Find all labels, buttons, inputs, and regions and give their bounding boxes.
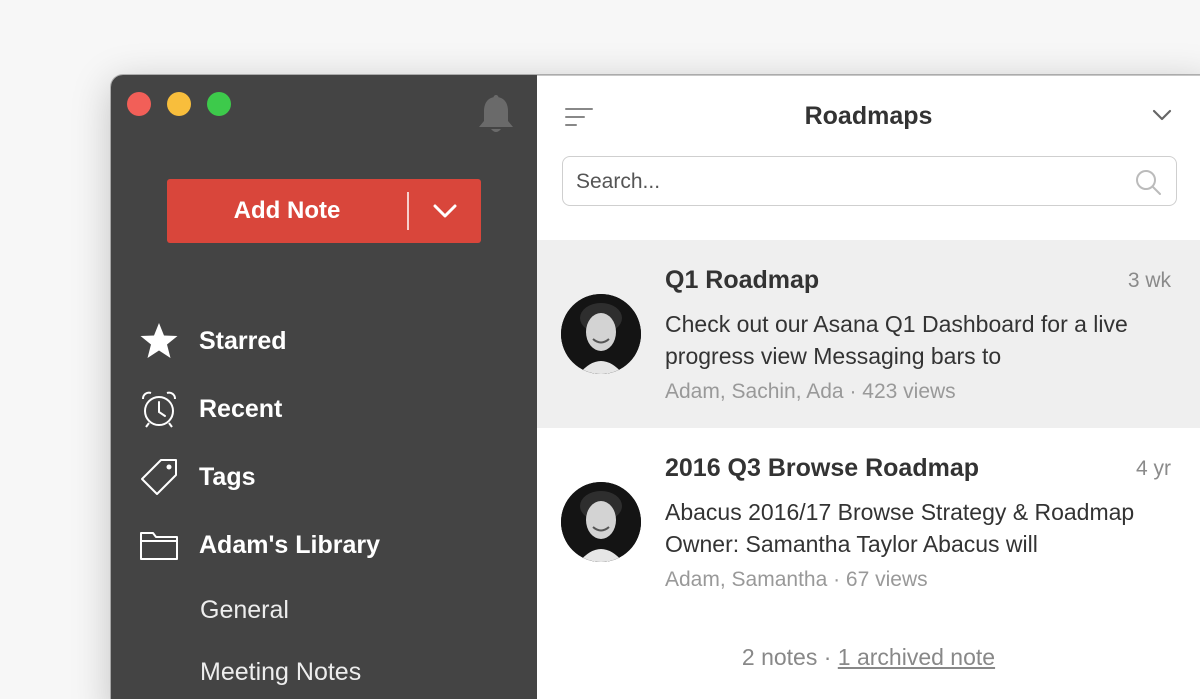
minimize-window-button[interactable] bbox=[167, 92, 191, 116]
note-snippet: Abacus 2016/17 Browse Strategy & Roadmap… bbox=[665, 499, 1135, 557]
sidebar-item-label: Tags bbox=[199, 462, 256, 491]
notes-panel: Roadmaps Search... Q1 Roadmap 3 wk Check… bbox=[537, 75, 1200, 699]
note-title: Q1 Roadmap bbox=[665, 266, 820, 294]
sidebar-subitem-meeting-notes[interactable]: Meeting Notes bbox=[111, 641, 537, 699]
close-window-button[interactable] bbox=[127, 92, 151, 116]
note-age: 4 yr bbox=[1135, 457, 1171, 480]
page-title: Roadmaps bbox=[804, 102, 933, 130]
sidebar-item-label: Recent bbox=[199, 394, 283, 423]
sidebar-item-label: Adam's Library bbox=[199, 530, 381, 559]
avatar bbox=[561, 294, 641, 374]
sidebar-item-label: Starred bbox=[199, 326, 287, 355]
sidebar-item-recent[interactable]: Recent bbox=[111, 375, 537, 443]
note-age: 3 wk bbox=[1127, 269, 1171, 292]
notes-list: Q1 Roadmap 3 wk Check out our Asana Q1 D… bbox=[537, 240, 1200, 616]
alarm-clock-icon bbox=[139, 389, 179, 429]
notes-footer: 2 notes · 1 archived note bbox=[537, 644, 1200, 671]
note-meta: Adam, Sachin, Ada · 423 views bbox=[665, 380, 956, 403]
list-item[interactable]: 2016 Q3 Browse Roadmap 4 yr Abacus 2016/… bbox=[537, 428, 1200, 616]
note-title: 2016 Q3 Browse Roadmap bbox=[665, 454, 980, 482]
notes-header: Roadmaps bbox=[537, 76, 1200, 156]
search-box bbox=[562, 156, 1177, 206]
zoom-window-button[interactable] bbox=[207, 92, 231, 116]
sidebar-item-starred[interactable]: Starred bbox=[111, 307, 537, 375]
sidebar-item-tags[interactable]: Tags bbox=[111, 443, 537, 511]
window-controls bbox=[127, 92, 231, 116]
chevron-down-icon bbox=[433, 204, 457, 218]
note-snippet: Check out our Asana Q1 Dashboard for a l… bbox=[665, 311, 1128, 369]
note-meta: Adam, Samantha · 67 views bbox=[665, 568, 928, 591]
add-note-label: Add Note bbox=[233, 197, 341, 224]
avatar bbox=[561, 482, 641, 562]
list-item[interactable]: Q1 Roadmap 3 wk Check out our Asana Q1 D… bbox=[537, 240, 1200, 428]
app-window: Add Note Starred Recent Tags Adam's Libr… bbox=[111, 75, 1200, 699]
add-note-button[interactable]: Add Note bbox=[167, 179, 481, 243]
notes-count: 2 notes · bbox=[741, 644, 838, 670]
chevron-down-icon[interactable] bbox=[1151, 106, 1173, 124]
add-note-dropdown[interactable] bbox=[409, 204, 482, 218]
sidebar-nav: Starred Recent Tags Adam's Library Gener… bbox=[111, 307, 537, 699]
sidebar: Add Note Starred Recent Tags Adam's Libr… bbox=[111, 75, 537, 699]
sidebar-subitem-general[interactable]: General bbox=[111, 579, 537, 641]
sidebar-item-library[interactable]: Adam's Library bbox=[111, 511, 537, 579]
bell-icon[interactable] bbox=[476, 94, 516, 136]
search-icon[interactable] bbox=[1134, 168, 1162, 196]
tag-icon bbox=[139, 457, 179, 497]
folder-icon bbox=[139, 525, 179, 565]
search-input[interactable] bbox=[576, 169, 1116, 195]
archived-notes-link[interactable]: 1 archived note bbox=[838, 644, 995, 670]
star-icon bbox=[139, 321, 179, 361]
